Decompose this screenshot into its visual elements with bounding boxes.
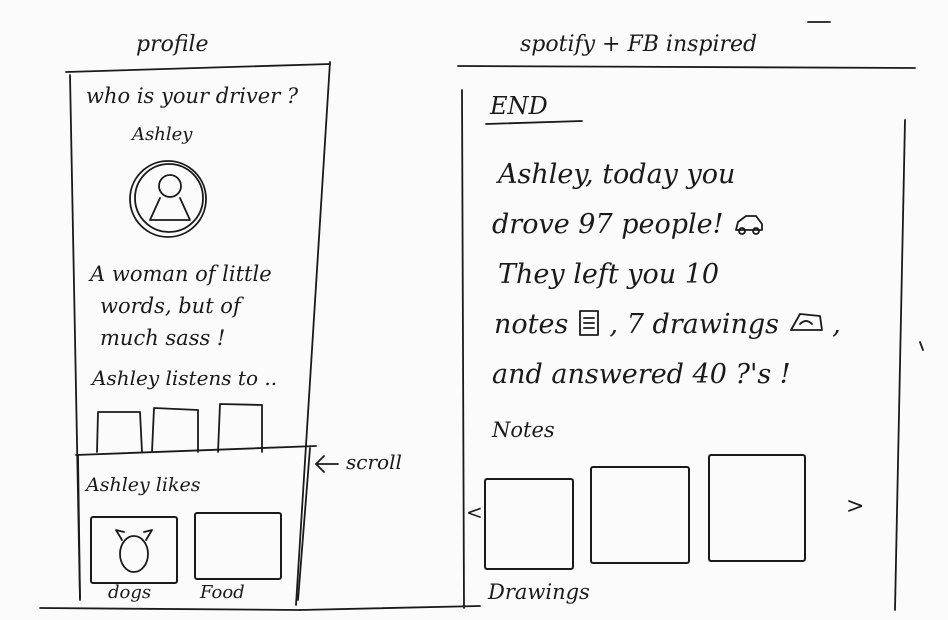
inspiration-caption: spotify + FB inspired xyxy=(520,32,758,57)
like-item-dogs[interactable] xyxy=(90,516,178,584)
note-card[interactable] xyxy=(484,478,574,570)
scroll-hint: scroll xyxy=(312,450,432,478)
profile-caption: profile xyxy=(136,32,209,57)
summary-line-with-icons: notes , 7 drawings , xyxy=(494,300,841,350)
like-item-food[interactable] xyxy=(194,512,282,580)
note-icon xyxy=(579,310,599,336)
music-item[interactable] xyxy=(154,410,198,452)
drawing-icon xyxy=(789,313,823,331)
scroll-label: scroll xyxy=(346,450,402,474)
summary-fragment: , xyxy=(832,309,841,340)
prev-arrow-icon[interactable]: < xyxy=(466,500,483,524)
likes-heading: Ashley likes xyxy=(86,474,201,496)
notes-heading: Notes xyxy=(492,418,555,442)
bio-line: much sass ! xyxy=(100,326,226,350)
summary-line: drove 97 people! xyxy=(492,209,724,240)
summary-fragment: notes xyxy=(494,309,569,340)
summary-line: Ashley, today you xyxy=(498,159,736,190)
driver-bio: A woman of little words, but of much sas… xyxy=(90,258,272,354)
summary-line: They left you 10 xyxy=(498,259,720,290)
summary-line-with-car: drove 97 people! xyxy=(492,200,841,250)
music-item[interactable] xyxy=(220,405,262,452)
summary-line: and answered 40 ?'s ! xyxy=(492,359,791,390)
summary-text: Ashley, today you drove 97 people! They … xyxy=(492,150,841,400)
music-item[interactable] xyxy=(98,412,142,452)
food-icon xyxy=(196,514,280,578)
driver-name: Ashley xyxy=(132,124,193,145)
avatar[interactable] xyxy=(126,158,210,240)
car-icon xyxy=(735,215,763,235)
listens-to-heading: Ashley listens to .. xyxy=(92,366,278,390)
bio-line: A woman of little xyxy=(90,262,272,286)
dog-icon xyxy=(115,529,153,573)
avatar-icon xyxy=(129,160,207,238)
arrow-left-icon xyxy=(315,455,339,473)
like-label: dogs xyxy=(108,582,152,603)
bio-line: words, but of xyxy=(100,294,241,318)
note-card[interactable] xyxy=(590,466,690,564)
summary-fragment: , 7 drawings xyxy=(609,309,780,340)
driver-question: who is your driver ? xyxy=(86,84,299,108)
like-label: Food xyxy=(200,582,245,603)
note-card[interactable] xyxy=(708,454,806,562)
next-arrow-icon[interactable]: > xyxy=(846,494,864,519)
end-label: END xyxy=(490,92,548,120)
drawings-heading: Drawings xyxy=(488,580,590,604)
